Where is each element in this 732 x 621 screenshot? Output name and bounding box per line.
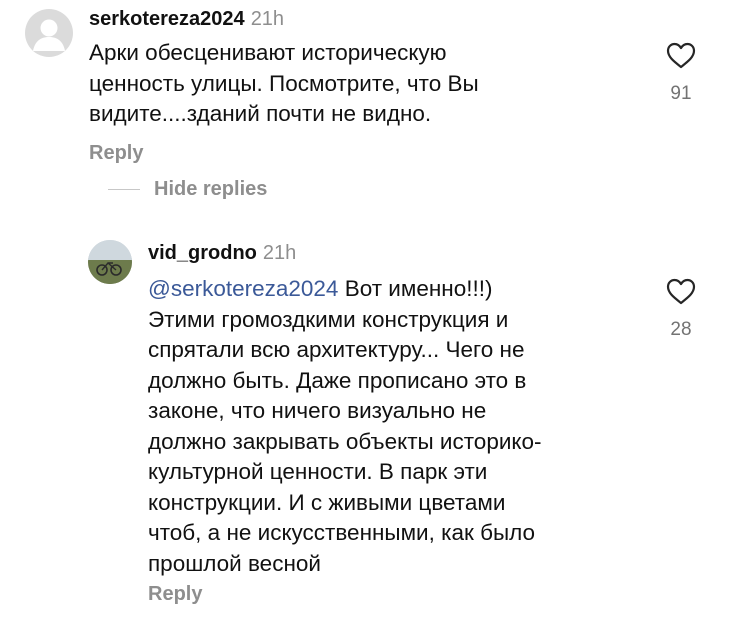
comment-line: конструкции. И с живыми цветами <box>148 489 506 515</box>
comment-line: Этими громоздкими конструкция и <box>148 306 509 332</box>
comment-line-rest: Вот именно!!!) <box>338 276 493 301</box>
comment-line: законе, что ничего визуально не <box>148 398 487 423</box>
like-count: 28 <box>670 319 692 340</box>
comment-header: serkotereza2024 21h <box>89 8 284 31</box>
username[interactable]: serkotereza2024 <box>89 8 245 30</box>
like-button[interactable]: 28 <box>659 278 703 341</box>
comment-line: ценность улицы. Посмотрите, что Вы <box>89 70 479 96</box>
comment-text: Арки обесценивают историческую ценность … <box>89 38 479 130</box>
avatar-vid-grodno[interactable] <box>88 240 132 284</box>
comment-header: vid_grodno 21h <box>148 242 296 265</box>
comment-line-first: @serkotereza2024 Вот именно!!!) <box>148 274 542 305</box>
heart-icon <box>666 278 696 305</box>
divider-line <box>108 188 140 190</box>
like-count: 91 <box>670 83 692 104</box>
default-avatar-icon <box>33 19 65 51</box>
comment-line: должно быть. Даже прописано это в <box>148 367 527 393</box>
timestamp: 21h <box>250 8 285 30</box>
timestamp: 21h <box>262 242 297 264</box>
comment-line: Арки обесценивают историческую <box>89 40 447 65</box>
mention-link[interactable]: @serkotereza2024 <box>148 276 338 301</box>
reply-button[interactable]: Reply <box>148 583 202 606</box>
comment-line: чтоб, а не искусственными, как было <box>148 520 536 545</box>
comment-text: @serkotereza2024 Вот именно!!!) Этими гр… <box>148 274 542 579</box>
heart-icon <box>666 42 696 69</box>
comment-line: прошлой весной <box>148 550 321 576</box>
bicycle-photo-icon <box>88 240 132 284</box>
username[interactable]: vid_grodno <box>148 242 257 264</box>
reply-button[interactable]: Reply <box>89 142 143 165</box>
hide-replies-label: Hide replies <box>154 177 268 200</box>
comment-line: спрятали всю архитектуру... Чего не <box>148 337 525 362</box>
comment-line: должно закрывать объекты историко- <box>148 428 542 454</box>
hide-replies-button[interactable]: Hide replies <box>108 177 267 201</box>
comment-line: культурной ценности. В парк эти <box>148 459 488 484</box>
avatar-serkotereza2024[interactable] <box>25 9 73 57</box>
like-button[interactable]: 91 <box>659 42 703 105</box>
comment-line: видите....зданий почти не видно. <box>89 101 432 126</box>
